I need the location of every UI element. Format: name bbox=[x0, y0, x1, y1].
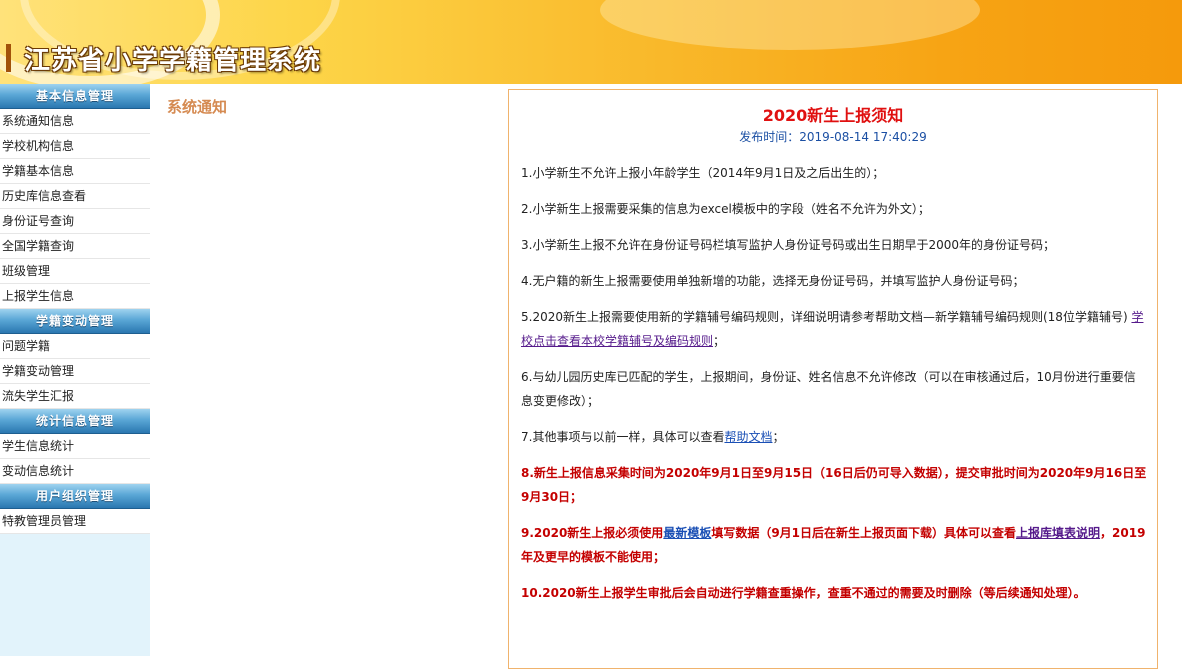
banner-decoration bbox=[600, 0, 980, 50]
fill-guide-link[interactable]: 上报库填表说明 bbox=[1016, 526, 1100, 540]
notice-item-2: 2.小学新生上报需要采集的信息为excel模板中的字段（姓名不允许为外文）； bbox=[521, 202, 930, 216]
sidebar-item[interactable]: 问题学籍 bbox=[0, 334, 150, 359]
notice-item-10: 10.2020新生上报学生审批后会自动进行学籍查重操作，查重不通过的需要及时删除… bbox=[521, 586, 1086, 600]
notice-item-5-text: 5.2020新生上报需要使用新的学籍辅号编码规则，详细说明请参考帮助文档—新学籍… bbox=[521, 310, 1132, 324]
sidebar-item[interactable]: 特教管理员管理 bbox=[0, 509, 150, 534]
system-title: 江苏省小学学籍管理系统 bbox=[24, 46, 322, 76]
notice-item-6: 6.与幼儿园历史库已匹配的学生，上报期间，身份证、姓名信息不允许修改（可以在审核… bbox=[521, 370, 1136, 408]
title-accent-bar bbox=[6, 44, 11, 72]
sidebar-item[interactable]: 班级管理 bbox=[0, 259, 150, 284]
notice-item-9: 9.2020新生上报必须使用最新模板填写数据（9月1日后在新生上报页面下载）具体… bbox=[521, 521, 1147, 569]
sidebar-item[interactable]: 学校机构信息 bbox=[0, 134, 150, 159]
notice-item-9-b: 填写数据（9月1日后在新生上报页面下载）具体可以查看 bbox=[711, 526, 1017, 540]
sidebar-group-header[interactable]: 统计信息管理 bbox=[0, 409, 150, 434]
sidebar-item[interactable]: 学籍基本信息 bbox=[0, 159, 150, 184]
breadcrumb: 系统通知 bbox=[167, 98, 228, 116]
notice-title: 2020新生上报须知 bbox=[762, 106, 904, 125]
notice-item-1: 1.小学新生不允许上报小年龄学生（2014年9月1日及之后出生的）； bbox=[521, 166, 885, 180]
sidebar-item[interactable]: 全国学籍查询 bbox=[0, 234, 150, 259]
sidebar-item[interactable]: 流失学生汇报 bbox=[0, 384, 150, 409]
notice-item-3: 3.小学新生上报不允许在身份证号码栏填写监护人身份证号码或出生日期早于2000年… bbox=[521, 238, 1055, 252]
notice-body: 1.小学新生不允许上报小年龄学生（2014年9月1日及之后出生的）； 2.小学新… bbox=[509, 145, 1157, 605]
notice-item-8: 8.新生上报信息采集时间为2020年9月1日至9月15日（16日后仍可导入数据）… bbox=[521, 466, 1147, 504]
sidebar-group-header[interactable]: 学籍变动管理 bbox=[0, 309, 150, 334]
latest-template-link[interactable]: 最新模板 bbox=[663, 526, 711, 540]
notice-item-5-end: ； bbox=[713, 334, 726, 348]
sidebar-item[interactable]: 身份证号查询 bbox=[0, 209, 150, 234]
help-doc-link[interactable]: 帮助文档 bbox=[724, 430, 772, 444]
sidebar-group-header[interactable]: 基本信息管理 bbox=[0, 84, 150, 109]
sidebar-group-header[interactable]: 用户组织管理 bbox=[0, 484, 150, 509]
publish-time-label: 发布时间： bbox=[739, 130, 800, 144]
publish-time-value: 2019-08-14 17:40:29 bbox=[799, 130, 927, 144]
header-banner: 江苏省小学学籍管理系统 bbox=[0, 0, 1182, 84]
sidebar-item[interactable]: 学生信息统计 bbox=[0, 434, 150, 459]
notice-item-5: 5.2020新生上报需要使用新的学籍辅号编码规则，详细说明请参考帮助文档—新学籍… bbox=[521, 305, 1147, 353]
notice-item-7: 7.其他事项与以前一样，具体可以查看帮助文档； bbox=[521, 425, 1147, 449]
sidebar-menu: 基本信息管理 系统通知信息 学校机构信息 学籍基本信息 历史库信息查看 身份证号查询 全国学… bbox=[0, 84, 150, 656]
notice-panel: 2020新生上报须知 发布时间：2019-08-14 17:40:29 1.小学… bbox=[508, 89, 1158, 669]
notice-item-7-text: 7.其他事项与以前一样，具体可以查看 bbox=[521, 430, 725, 444]
notice-item-9-a: 9.2020新生上报必须使用 bbox=[521, 526, 664, 540]
sidebar-item[interactable]: 变动信息统计 bbox=[0, 459, 150, 484]
notice-item-4: 4.无户籍的新生上报需要使用单独新增的功能，选择无身份证号码，并填写监护人身份证… bbox=[521, 274, 1025, 288]
notice-item-7-end: ； bbox=[772, 430, 785, 444]
notice-publish-time: 发布时间：2019-08-14 17:40:29 bbox=[509, 128, 1157, 145]
sidebar-item[interactable]: 历史库信息查看 bbox=[0, 184, 150, 209]
sidebar-item[interactable]: 上报学生信息 bbox=[0, 284, 150, 309]
sidebar-item[interactable]: 学籍变动管理 bbox=[0, 359, 150, 384]
sidebar-item[interactable]: 系统通知信息 bbox=[0, 109, 150, 134]
